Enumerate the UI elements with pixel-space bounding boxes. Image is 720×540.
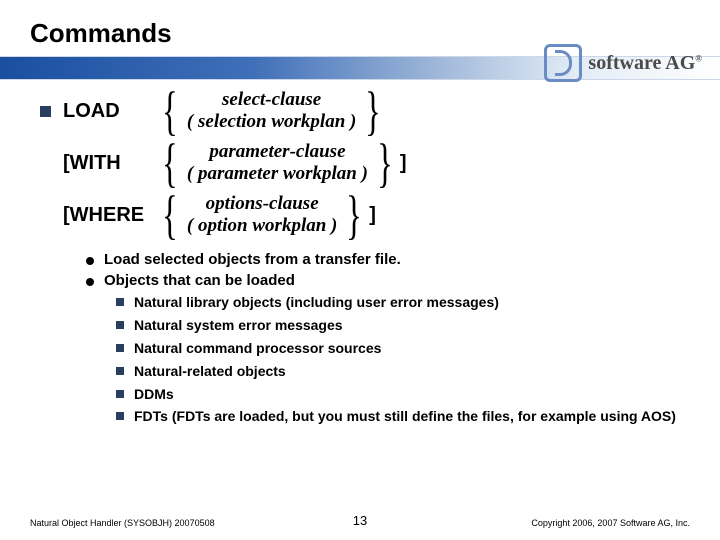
alt-item: ( selection workplan ) xyxy=(187,111,356,133)
square-bullet-icon xyxy=(116,367,124,375)
alternatives: select-clause ( selection workplan ) xyxy=(183,89,360,133)
footer-left: Natural Object Handler (SYSOBJH) 2007050… xyxy=(30,518,215,528)
alt-item: options-clause xyxy=(206,193,319,215)
alternatives: parameter-clause ( parameter workplan ) xyxy=(183,141,372,185)
trail-bracket: ] xyxy=(369,204,376,227)
logo-rest: tware AG xyxy=(613,52,695,74)
keyword-where: [WHERE xyxy=(63,204,157,227)
brace-right-icon: } xyxy=(347,193,363,237)
brace-right-icon: } xyxy=(366,89,382,133)
list-text: Natural library objects (including user … xyxy=(134,293,499,312)
list-text: Objects that can be loaded xyxy=(104,272,295,289)
list-text: Load selected objects from a transfer fi… xyxy=(104,251,401,268)
brace-left-icon: { xyxy=(162,89,178,133)
alt-item: ( parameter workplan ) xyxy=(187,163,368,185)
keyword-with: [WITH xyxy=(63,152,157,175)
brace-left-icon: { xyxy=(162,141,178,185)
list-text: FDTs (FDTs are loaded, but you must stil… xyxy=(134,407,676,426)
list-item: Natural-related objects xyxy=(116,362,690,381)
logo-mid: of xyxy=(596,52,613,74)
list-item: Natural library objects (including user … xyxy=(116,293,690,312)
brand-logo-mark xyxy=(544,44,582,82)
square-bullet-icon xyxy=(116,412,124,420)
brand-logo: software AG® xyxy=(544,44,702,82)
square-bullet-icon xyxy=(116,321,124,329)
syntax-row-load: LOAD { select-clause ( selection workpla… xyxy=(40,89,690,133)
list-text: Natural command processor sources xyxy=(134,339,381,358)
alternatives: options-clause ( option workplan ) xyxy=(183,193,341,237)
square-bullet-icon xyxy=(40,106,51,117)
trail-bracket: ] xyxy=(400,152,407,175)
content: LOAD { select-clause ( selection workpla… xyxy=(30,89,690,426)
brace-right-icon: } xyxy=(377,141,393,185)
square-bullet-icon xyxy=(116,344,124,352)
description-list: Load selected objects from a transfer fi… xyxy=(86,251,690,289)
keyword-load: LOAD xyxy=(63,100,157,123)
alt-item: parameter-clause xyxy=(209,141,345,163)
brand-logo-text: software AG® xyxy=(588,52,702,75)
list-item: Objects that can be loaded xyxy=(86,272,690,289)
disc-bullet-icon xyxy=(86,257,94,265)
page-number: 13 xyxy=(353,513,367,528)
logo-registered: ® xyxy=(695,53,702,63)
square-bullet-icon xyxy=(116,298,124,306)
disc-bullet-icon xyxy=(86,278,94,286)
alt-item: select-clause xyxy=(222,89,321,111)
list-item: FDTs (FDTs are loaded, but you must stil… xyxy=(116,407,690,426)
list-text: DDMs xyxy=(134,385,174,404)
list-item: DDMs xyxy=(116,385,690,404)
list-item: Load selected objects from a transfer fi… xyxy=(86,251,690,268)
alt-item: ( option workplan ) xyxy=(187,215,337,237)
brace-left-icon: { xyxy=(162,193,178,237)
list-item: Natural command processor sources xyxy=(116,339,690,358)
footer: Natural Object Handler (SYSOBJH) 2007050… xyxy=(0,518,720,528)
list-text: Natural-related objects xyxy=(134,362,286,381)
syntax-row-where: [WHERE { options-clause ( option workpla… xyxy=(40,193,690,237)
list-item: Natural system error messages xyxy=(116,316,690,335)
syntax-block: LOAD { select-clause ( selection workpla… xyxy=(40,89,690,237)
square-bullet-icon xyxy=(116,390,124,398)
sub-list: Natural library objects (including user … xyxy=(116,293,690,426)
footer-right: Copyright 2006, 2007 Software AG, Inc. xyxy=(531,518,690,528)
syntax-row-with: [WITH { parameter-clause ( parameter wor… xyxy=(40,141,690,185)
list-text: Natural system error messages xyxy=(134,316,343,335)
